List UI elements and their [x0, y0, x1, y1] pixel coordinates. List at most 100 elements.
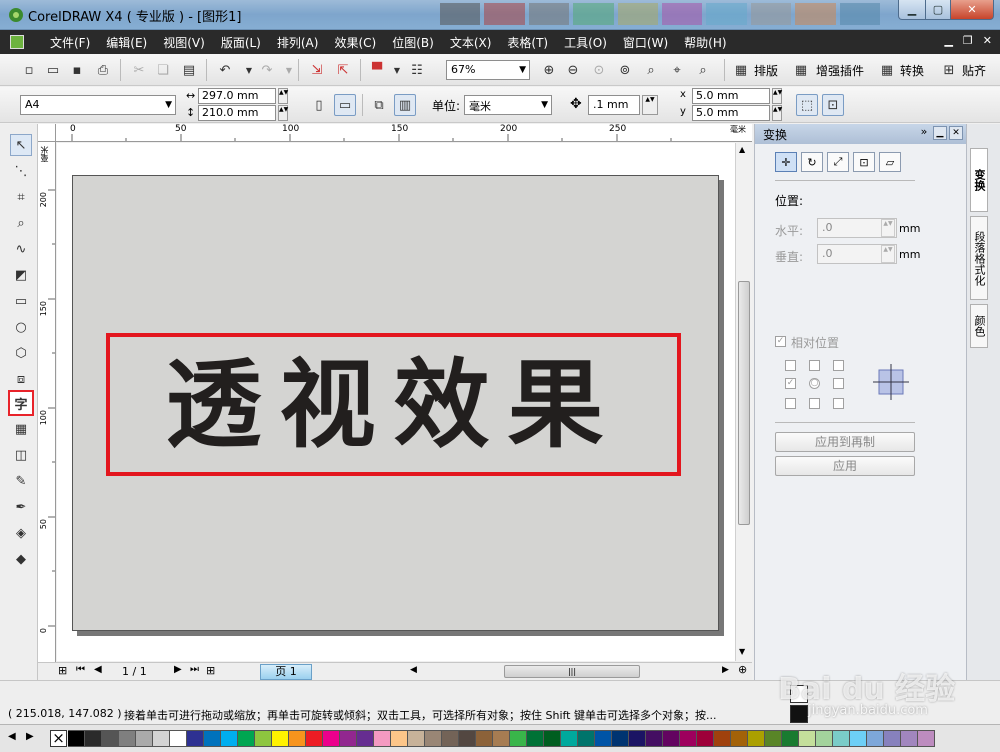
color-swatch[interactable] — [255, 730, 272, 747]
nudge-field[interactable]: .1 mm — [588, 95, 640, 115]
doc-close-icon[interactable]: ✕ — [983, 34, 992, 47]
color-swatch[interactable] — [884, 730, 901, 747]
apply-button[interactable]: 应用 — [775, 456, 915, 476]
menu-view[interactable]: 视图(V) — [155, 34, 213, 51]
vertical-scroll-thumb[interactable] — [738, 281, 750, 525]
new-icon[interactable]: ▫ — [18, 59, 40, 81]
skew-mode-icon[interactable]: ▱ — [879, 152, 901, 172]
menu-edit[interactable]: 编辑(E) — [98, 34, 155, 51]
color-swatch[interactable] — [170, 730, 187, 747]
palette-scroll-right-icon[interactable]: ▶ — [26, 731, 34, 742]
maximize-button[interactable]: ▢ — [925, 0, 951, 20]
color-swatch[interactable] — [510, 730, 527, 747]
cut-icon[interactable]: ✂ — [128, 59, 150, 81]
menu-table[interactable]: 表格(T) — [499, 34, 556, 51]
table-tool-icon[interactable]: ▦ — [10, 418, 32, 440]
palette-swatches[interactable] — [68, 730, 935, 747]
interactive-fill-tool-icon[interactable]: ◆ — [10, 548, 32, 570]
convert-button[interactable]: 转换 — [900, 62, 924, 79]
scroll-left-icon[interactable]: ◀ — [410, 665, 417, 675]
color-swatch[interactable] — [612, 730, 629, 747]
color-swatch[interactable] — [476, 730, 493, 747]
color-swatch[interactable] — [442, 730, 459, 747]
anchor-top-center[interactable] — [809, 360, 820, 371]
unit-combo[interactable]: 毫米 ▼ — [464, 95, 552, 115]
scroll-right-icon[interactable]: ▶ — [722, 665, 729, 675]
eyedropper-tool-icon[interactable]: ✎ — [10, 470, 32, 492]
doc-restore-icon[interactable]: ❐ — [963, 34, 973, 47]
color-swatch[interactable] — [238, 730, 255, 747]
color-swatch[interactable] — [136, 730, 153, 747]
document-icon[interactable] — [10, 35, 24, 49]
rectangle-tool-icon[interactable]: ▭ — [10, 290, 32, 312]
color-swatch[interactable] — [782, 730, 799, 747]
snap-to-grid-icon[interactable]: ⊡ — [822, 94, 844, 116]
color-swatch[interactable] — [425, 730, 442, 747]
color-swatch[interactable] — [374, 730, 391, 747]
fill-tool-icon[interactable]: ◈ — [10, 522, 32, 544]
color-swatch[interactable] — [816, 730, 833, 747]
color-swatch[interactable] — [901, 730, 918, 747]
color-swatch[interactable] — [765, 730, 782, 747]
horizontal-scroll-thumb[interactable]: ||| — [504, 665, 640, 678]
minimize-button[interactable]: ▁ — [898, 0, 926, 20]
page-tab[interactable]: 页 1 — [260, 664, 312, 680]
launcher-dropdown-icon[interactable]: ▼ — [386, 59, 408, 81]
landscape-icon[interactable]: ▭ — [334, 94, 356, 116]
menu-tools[interactable]: 工具(O) — [556, 34, 615, 51]
color-swatch[interactable] — [85, 730, 102, 747]
color-swatch[interactable] — [221, 730, 238, 747]
menu-layout[interactable]: 版面(L) — [213, 34, 269, 51]
color-swatch[interactable] — [561, 730, 578, 747]
docker-close-icon[interactable]: ✕ — [949, 126, 963, 140]
convert-icon[interactable]: ▦ — [876, 59, 898, 81]
anchor-bottom-right[interactable] — [833, 398, 844, 409]
color-swatch[interactable] — [391, 730, 408, 747]
vertical-scrollbar[interactable]: ▲ ▼ — [735, 143, 752, 661]
color-swatch[interactable] — [204, 730, 221, 747]
anchor-center[interactable]: ○ — [809, 378, 820, 389]
menu-text[interactable]: 文本(X) — [442, 34, 500, 51]
dup-y-spinner[interactable]: ▲▼ — [772, 105, 782, 121]
save-icon[interactable]: ▪ — [66, 59, 88, 81]
zoom-page-icon[interactable]: ⌕ — [640, 59, 662, 81]
color-swatch[interactable] — [544, 730, 561, 747]
open-icon[interactable]: ▭ — [42, 59, 64, 81]
plugins-icon[interactable]: ▦ — [790, 59, 812, 81]
nudge-spinner[interactable]: ▲▼ — [642, 95, 658, 115]
freehand-tool-icon[interactable]: ∿ — [10, 238, 32, 260]
redo-icon[interactable]: ↷ — [256, 59, 278, 81]
color-swatch[interactable] — [408, 730, 425, 747]
color-swatch[interactable] — [306, 730, 323, 747]
vertical-ruler[interactable]: 200 150 100 50 0 毫米 — [38, 142, 56, 662]
menu-arrange[interactable]: 排列(A) — [269, 34, 327, 51]
redo-dropdown-icon[interactable]: ▼ — [278, 59, 300, 81]
color-swatch[interactable] — [68, 730, 85, 747]
ellipse-tool-icon[interactable]: ○ — [10, 316, 32, 338]
color-swatch[interactable] — [629, 730, 646, 747]
navigator-icon[interactable]: ⊕ — [738, 663, 747, 676]
zoom-tool-icon[interactable]: ⌕ — [10, 212, 32, 234]
duplicate-x-field[interactable]: 5.0 mm — [692, 88, 770, 104]
shape-tool-icon[interactable]: ⋱ — [10, 160, 32, 182]
color-swatch[interactable] — [459, 730, 476, 747]
horizontal-ruler[interactable]: 0 50 100 150 200 250 毫米 — [56, 124, 752, 142]
color-swatch[interactable] — [527, 730, 544, 747]
relative-position-checkbox[interactable]: ✓ — [775, 336, 786, 347]
color-swatch[interactable] — [323, 730, 340, 747]
color-swatch[interactable] — [833, 730, 850, 747]
plugins-button[interactable]: 增强插件 — [816, 62, 864, 79]
color-swatch[interactable] — [272, 730, 289, 747]
text-tool-icon[interactable]: 字 — [8, 390, 34, 416]
anchor-bottom-left[interactable] — [785, 398, 796, 409]
all-pages-icon[interactable]: ⧉ — [368, 94, 390, 116]
portrait-icon[interactable]: ▯ — [308, 94, 330, 116]
vertical-spinner[interactable]: ▲▼ — [881, 245, 895, 263]
color-swatch[interactable] — [697, 730, 714, 747]
zoom-selected-icon[interactable]: ⊙ — [588, 59, 610, 81]
color-swatch[interactable] — [119, 730, 136, 747]
color-swatch[interactable] — [646, 730, 663, 747]
dup-x-spinner[interactable]: ▲▼ — [772, 88, 782, 104]
anchor-top-left[interactable] — [785, 360, 796, 371]
menu-file[interactable]: 文件(F) — [42, 34, 98, 51]
